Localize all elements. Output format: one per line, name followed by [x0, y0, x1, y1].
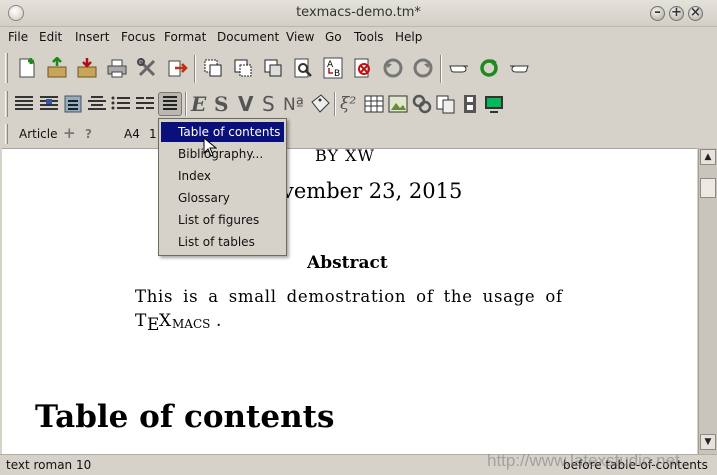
maximize-icon[interactable]: +	[669, 6, 684, 21]
go-back-hand-icon[interactable]	[448, 57, 470, 79]
redo-icon[interactable]	[412, 57, 434, 79]
main-toolbar: AB	[0, 49, 717, 87]
texmacs-logo: T E X MACS .	[135, 311, 235, 337]
strong-icon[interactable]: S	[214, 93, 228, 115]
vertical-scrollbar[interactable]: ▲ ▼	[698, 148, 717, 454]
copy-icon[interactable]	[232, 57, 254, 79]
abstract-title: Abstract	[307, 253, 388, 273]
open-document-icon[interactable]	[46, 57, 68, 79]
document-canvas[interactable]: BY XW vember 23, 2015 Abstract This is a…	[2, 148, 697, 454]
undo-icon[interactable]	[382, 57, 404, 79]
section-title: Table of contents	[35, 399, 335, 435]
scroll-thumb[interactable]	[700, 178, 716, 198]
new-document-icon[interactable]	[16, 57, 38, 79]
animation-icon[interactable]	[459, 93, 481, 115]
minimize-icon[interactable]: –	[650, 6, 665, 21]
export-icon[interactable]	[166, 57, 188, 79]
itemize-icon[interactable]	[110, 93, 132, 115]
spell-check-icon[interactable]	[352, 57, 374, 79]
menu-tools[interactable]: Tools	[354, 30, 384, 44]
toolbar-separator	[194, 55, 196, 83]
menu-edit[interactable]: Edit	[39, 30, 62, 44]
find-icon[interactable]	[292, 57, 314, 79]
menu-item-index[interactable]: Index	[161, 166, 284, 186]
format-toolbar: E S V S Nª ξ²	[0, 88, 717, 120]
toolbar-separator	[440, 55, 442, 83]
logo-x: X	[159, 311, 172, 331]
session-icon[interactable]	[483, 93, 505, 115]
image-icon[interactable]	[387, 93, 409, 115]
font-size-selector[interactable]: 1	[149, 127, 157, 141]
center-text-icon[interactable]	[86, 93, 108, 115]
menu-insert[interactable]: Insert	[75, 30, 109, 44]
description-list-icon[interactable]	[134, 93, 156, 115]
table-icon[interactable]	[363, 93, 385, 115]
document-part-dropdown: Table of contents Bibliography... Index …	[158, 118, 287, 256]
tag-icon[interactable]	[309, 93, 331, 115]
watermark-text: http://www.latexstudio.net	[487, 451, 680, 470]
preferences-tools-icon[interactable]	[136, 57, 158, 79]
menu-item-list-of-tables[interactable]: List of tables	[161, 232, 284, 252]
title-bar: texmacs-demo.tm* – + ×	[0, 0, 717, 27]
menu-item-table-of-contents[interactable]: Table of contents	[161, 122, 284, 142]
toolbar-separator	[334, 92, 336, 116]
insert-file-icon[interactable]	[435, 93, 457, 115]
svg-text:A: A	[327, 60, 334, 70]
replace-icon[interactable]: AB	[322, 57, 344, 79]
document-part-icon[interactable]	[158, 92, 182, 116]
menu-item-glossary[interactable]: Glossary	[161, 188, 284, 208]
menu-focus[interactable]: Focus	[121, 30, 155, 44]
link-icon[interactable]	[411, 93, 433, 115]
math-icon[interactable]: ξ²	[340, 93, 356, 115]
mode-toolbar: Article + ? A4 1	[0, 121, 717, 147]
toolbar-grip[interactable]	[5, 124, 8, 144]
toolbar-separator	[185, 92, 187, 116]
refresh-icon[interactable]	[478, 57, 500, 79]
svg-text:B: B	[334, 69, 340, 79]
scroll-up-icon[interactable]: ▲	[700, 149, 716, 165]
small-caps-icon[interactable]: Nª	[283, 94, 304, 116]
add-package-button[interactable]: +	[63, 124, 76, 142]
logo-t: T	[135, 311, 147, 331]
abstract-period: .	[216, 311, 222, 331]
menu-document[interactable]: Document	[217, 30, 279, 44]
document-author: BY XW	[315, 148, 375, 165]
menu-help[interactable]: Help	[395, 30, 422, 44]
menu-file[interactable]: File	[8, 30, 28, 44]
logo-macs: MACS	[172, 317, 211, 331]
close-icon[interactable]: ×	[688, 6, 703, 21]
sample-icon[interactable]: S	[262, 93, 275, 115]
verbatim-icon[interactable]: V	[238, 93, 253, 115]
paste-icon[interactable]	[262, 57, 284, 79]
help-button[interactable]: ?	[85, 127, 92, 141]
menu-go[interactable]: Go	[325, 30, 342, 44]
toolbar-grip[interactable]	[5, 91, 8, 117]
paper-size-selector[interactable]: A4	[124, 127, 140, 141]
go-forward-hand-icon[interactable]	[508, 57, 530, 79]
mouse-cursor-icon	[203, 136, 218, 157]
menu-item-list-of-figures[interactable]: List of figures	[161, 210, 284, 230]
document-date: vember 23, 2015	[282, 179, 463, 203]
align-justify-icon[interactable]	[13, 93, 35, 115]
menu-bar: File Edit Insert Focus Format Document V…	[0, 27, 717, 48]
save-document-icon[interactable]	[76, 57, 98, 79]
abstract-text: This is a small demostration of the usag…	[135, 287, 563, 306]
toolbar-grip[interactable]	[5, 53, 8, 83]
scroll-down-icon[interactable]: ▼	[700, 434, 716, 450]
menu-view[interactable]: View	[286, 30, 314, 44]
cut-icon[interactable]	[202, 57, 224, 79]
status-left: text roman 10	[6, 458, 92, 472]
menu-format[interactable]: Format	[164, 30, 206, 44]
logo-e: E	[147, 315, 160, 335]
emphasize-icon[interactable]: E	[191, 93, 206, 115]
print-icon[interactable]	[106, 57, 128, 79]
document-style-selector[interactable]: Article	[19, 127, 58, 141]
paragraph-style-icon[interactable]	[38, 93, 60, 115]
menu-item-bibliography[interactable]: Bibliography...	[161, 144, 284, 164]
align-center-icon[interactable]	[62, 93, 84, 115]
window-title: texmacs-demo.tm*	[296, 5, 421, 20]
